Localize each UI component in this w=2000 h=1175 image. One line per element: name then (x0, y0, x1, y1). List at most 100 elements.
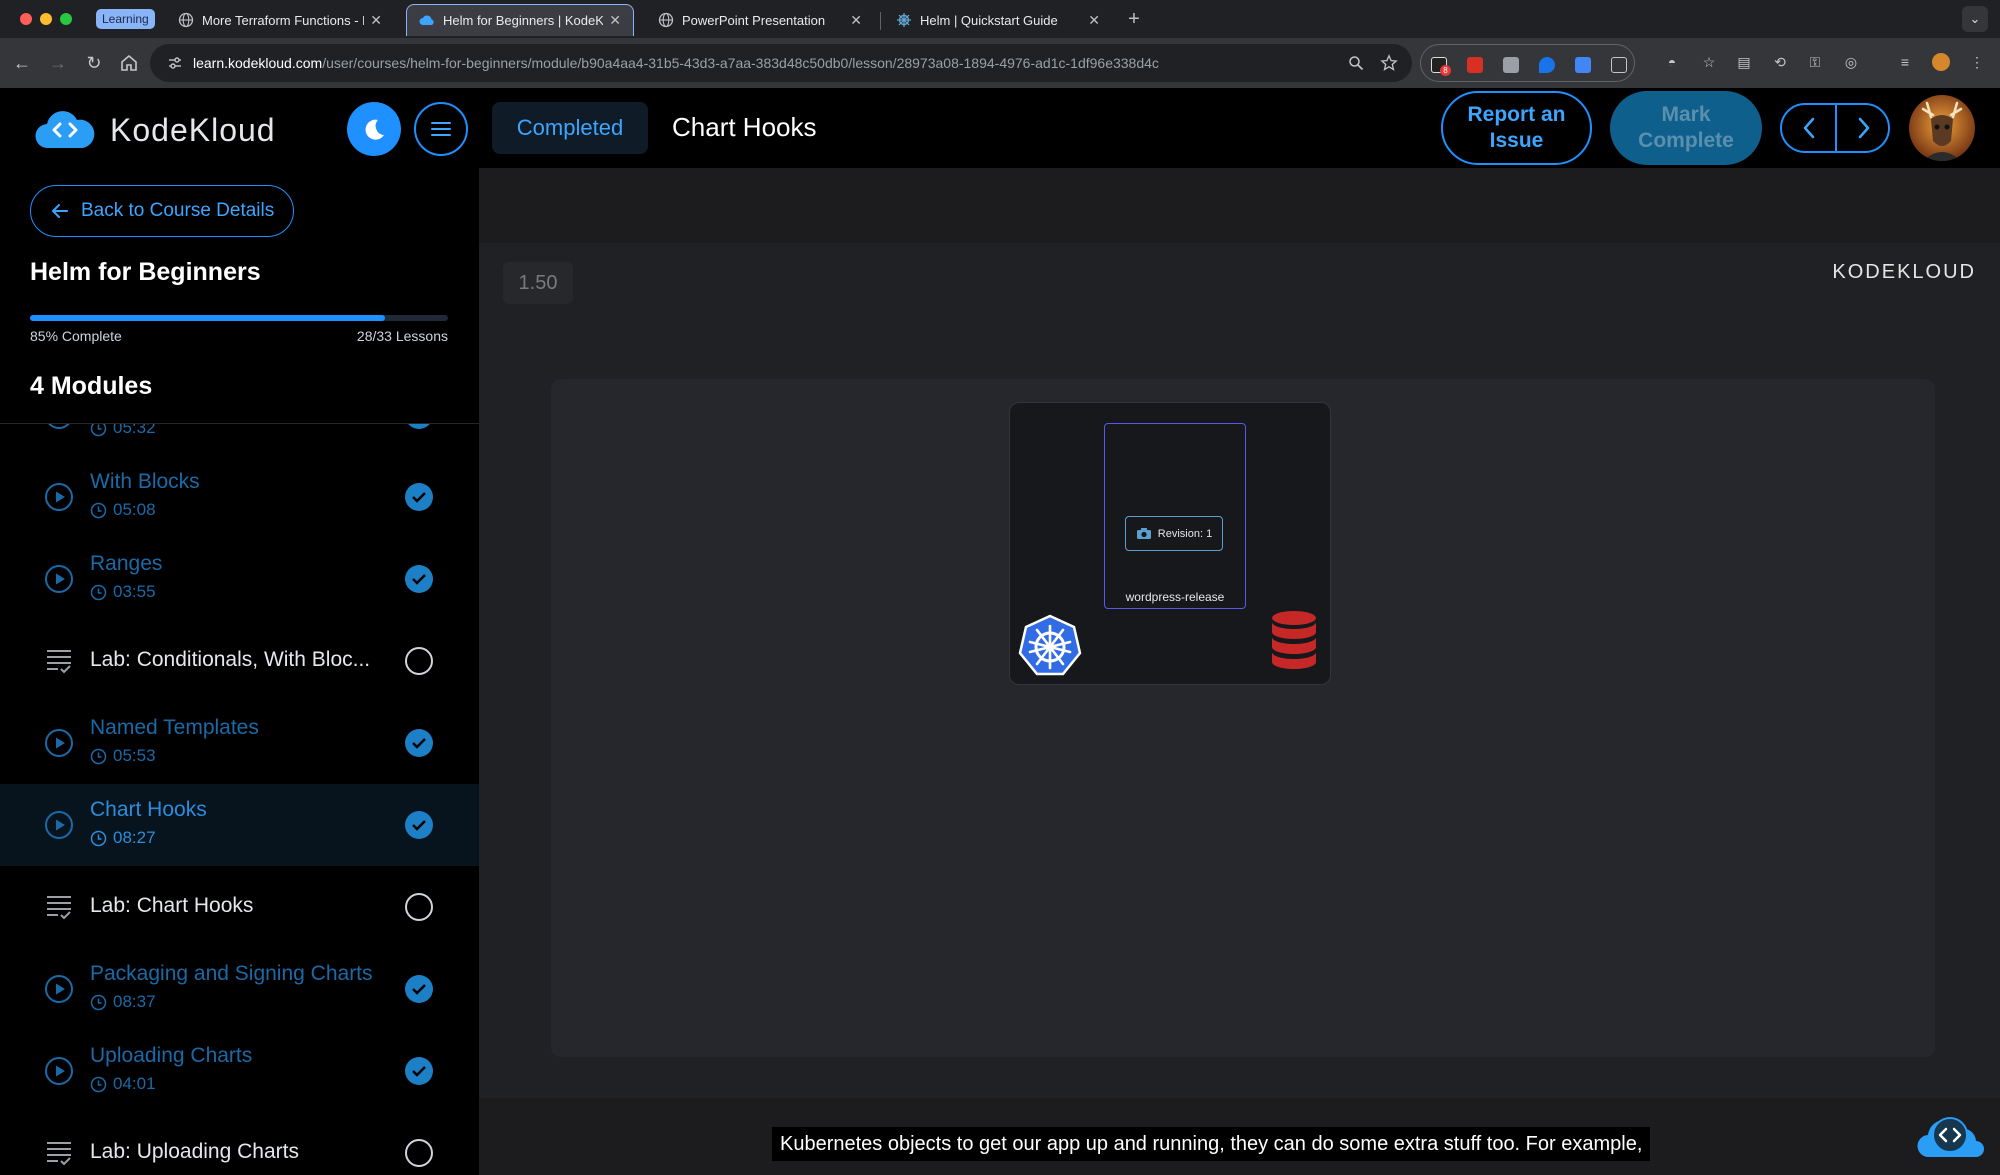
tab-title: Helm | Quickstart Guide (920, 12, 1058, 28)
address-bar[interactable]: learn.kodekloud.com/user/courses/helm-fo… (150, 44, 1412, 82)
report-issue-button[interactable]: Report an Issue (1441, 91, 1592, 165)
course-sidebar: Back to Course Details Helm for Beginner… (0, 168, 479, 1175)
lesson-main: 1.50 KODEKLOUD Revision: 1 wordpress-rel… (479, 168, 2000, 1175)
previous-lesson-button[interactable] (1782, 105, 1836, 151)
back-to-course-button[interactable]: Back to Course Details (30, 185, 294, 237)
video-player[interactable]: 1.50 KODEKLOUD Revision: 1 wordpress-rel… (479, 243, 2000, 1161)
extension-icon[interactable] (1467, 57, 1483, 73)
translate-extension-icon[interactable] (1503, 57, 1519, 73)
close-icon[interactable]: ✕ (1088, 12, 1100, 29)
video-watermark: KODEKLOUD (1832, 261, 1976, 283)
browser-tab[interactable]: PowerPoint Presentation ✕ (646, 4, 874, 36)
next-lesson-button[interactable] (1837, 105, 1891, 151)
reading-list-icon[interactable]: ▤ (1735, 53, 1753, 71)
new-tab-button[interactable]: + (1123, 8, 1145, 31)
lab-name: Lab: Conditionals, With Bloc... (90, 648, 371, 671)
user-avatar[interactable] (1909, 95, 1975, 161)
browser-tab-active[interactable]: Helm for Beginners | KodeKlo ✕ (406, 4, 634, 36)
bookmark-star-icon[interactable] (1380, 54, 1398, 72)
browser-tab[interactable]: Helm | Quickstart Guide ✕ (884, 4, 1112, 36)
lesson-item[interactable]: Named Templates 05:53 (0, 702, 479, 784)
lesson-navigation (1780, 103, 1890, 153)
lab-item[interactable]: Lab: Conditionals, With Bloc... (0, 620, 479, 702)
menu-button[interactable] (414, 102, 468, 156)
window-close-button[interactable] (20, 13, 32, 25)
lesson-item[interactable]: With Blocks 05:08 (0, 456, 479, 538)
incognito-icon[interactable]: ◓ (1663, 53, 1681, 71)
lesson-duration: 05:53 (90, 746, 156, 766)
theme-toggle-button[interactable] (347, 102, 401, 156)
chevron-right-icon (1858, 117, 1870, 139)
kodekloud-cloud-icon (35, 111, 95, 149)
home-icon[interactable] (117, 51, 141, 75)
lesson-item[interactable]: Ranges 03:55 (0, 538, 479, 620)
play-circle-icon (48, 424, 70, 429)
incomplete-circle-icon (405, 893, 433, 921)
lesson-item[interactable]: 05:32 (0, 424, 479, 456)
lab-item[interactable]: Lab: Chart Hooks (0, 866, 479, 948)
extension-icon[interactable] (1575, 57, 1591, 73)
reload-icon[interactable]: ↻ (82, 51, 106, 75)
extensions-group (1420, 44, 1635, 82)
lesson-duration: 08:37 (90, 992, 156, 1012)
close-icon[interactable]: ✕ (609, 12, 621, 29)
mark-complete-button[interactable]: Mark Complete (1610, 91, 1762, 165)
chevron-left-icon (1803, 117, 1815, 139)
browser-tab-bar: Learning More Terraform Functions - K ✕ … (0, 0, 2000, 38)
lesson-name: Named Templates (90, 716, 259, 739)
lesson-name: Packaging and Signing Charts (90, 962, 373, 985)
window-zoom-button[interactable] (60, 13, 72, 25)
lesson-duration: 03:55 (90, 582, 156, 602)
password-key-icon[interactable]: ⚿ (1806, 53, 1824, 71)
close-icon[interactable]: ✕ (370, 12, 382, 29)
star-list-icon[interactable]: ☆ (1700, 53, 1718, 71)
tab-group-label[interactable]: Learning (96, 9, 155, 29)
back-button-label: Back to Course Details (81, 200, 275, 221)
screenshot-icon[interactable]: ◎ (1842, 53, 1860, 71)
close-icon[interactable]: ✕ (850, 12, 862, 29)
cluster-diagram: Revision: 1 wordpress-release (1009, 402, 1331, 685)
progress-lesson-count: 28/33 Lessons (356, 328, 448, 344)
completed-check-icon (405, 975, 433, 1003)
course-progress-fill (30, 315, 386, 321)
kodekloud-chat-icon[interactable] (1915, 1113, 1989, 1161)
arrow-left-icon (52, 204, 68, 218)
brand-name: KodeKloud (110, 111, 276, 148)
lab-checklist-icon (47, 650, 71, 674)
tab-search-button[interactable]: ⌄ (1962, 6, 1988, 32)
kodekloud-logo[interactable]: KodeKloud (34, 108, 276, 152)
helm-wheel-icon (897, 13, 911, 27)
zoom-icon[interactable] (1348, 55, 1364, 71)
lesson-item-current[interactable]: Chart Hooks 08:27 (0, 784, 479, 866)
lab-item[interactable]: Lab: Uploading Charts (0, 1112, 479, 1175)
back-arrow-icon[interactable]: ← (10, 51, 34, 75)
clock-icon (90, 1076, 107, 1092)
site-settings-icon[interactable] (167, 55, 183, 71)
history-icon[interactable]: ⟲ (1771, 53, 1789, 71)
play-circle-icon (45, 565, 73, 593)
lesson-title: Chart Hooks (672, 112, 817, 142)
media-control-icon[interactable]: ≡ (1896, 53, 1914, 71)
lab-name: Lab: Chart Hooks (90, 894, 254, 917)
lesson-duration: 04:01 (90, 1074, 156, 1094)
lab-checklist-icon (47, 896, 71, 920)
more-menu-icon[interactable]: ⋮ (1968, 53, 1986, 71)
completed-check-icon (405, 483, 433, 511)
forward-arrow-icon[interactable]: → (46, 51, 70, 75)
browser-tab[interactable]: More Terraform Functions - K ✕ (166, 4, 394, 36)
completed-check-icon (405, 1057, 433, 1085)
hamburger-menu-icon (431, 122, 451, 136)
extension-icon[interactable] (1539, 57, 1555, 73)
window-minimize-button[interactable] (40, 13, 52, 25)
lesson-item[interactable]: Uploading Charts 04:01 (0, 1030, 479, 1112)
lesson-duration: 05:08 (90, 500, 156, 520)
kodekloud-favicon-icon (419, 15, 434, 25)
browser-toolbar: ← → ↻ learn.kodekloud.com/user/courses/h… (0, 38, 2000, 88)
puzzle-extensions-icon[interactable] (1611, 57, 1627, 73)
playback-speed[interactable]: 1.50 (503, 262, 573, 304)
lesson-item[interactable]: Packaging and Signing Charts 08:37 (0, 948, 479, 1030)
completed-check-icon (405, 729, 433, 757)
globe-icon (178, 12, 194, 28)
profile-avatar-icon[interactable] (1932, 53, 1950, 71)
course-progress-bar (30, 315, 448, 321)
